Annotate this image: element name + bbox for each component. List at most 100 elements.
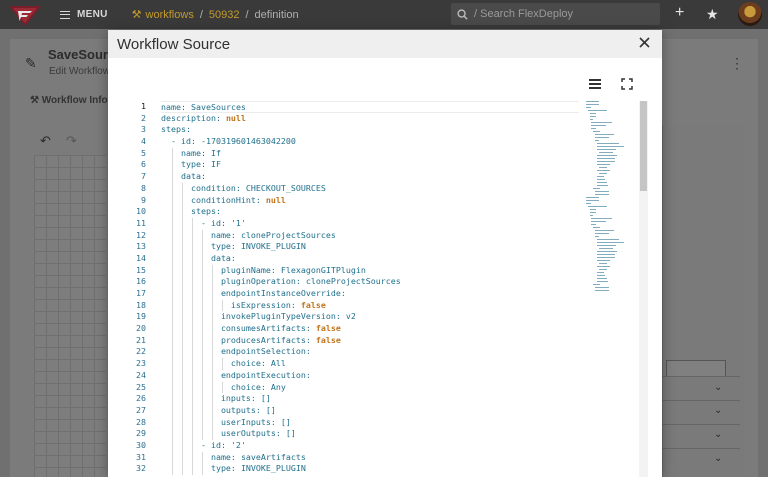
code-value: [] — [260, 393, 271, 404]
indent-guide — [202, 264, 203, 277]
minimap-line — [593, 227, 600, 228]
line-number: 15 — [136, 264, 146, 275]
chevron-down-icon[interactable]: ⌄ — [714, 405, 722, 416]
minimap-line — [586, 101, 599, 102]
indent-guide — [202, 229, 203, 242]
star-icon[interactable]: ★ — [706, 6, 719, 23]
indent-guide — [182, 217, 183, 230]
indent-guide — [202, 369, 203, 382]
code-line[interactable]: - id: -170319601463042200 — [161, 136, 579, 148]
code-line[interactable]: name: cloneProjectSources — [161, 229, 579, 242]
code-line[interactable]: steps: — [161, 124, 579, 136]
code-value: '1' — [230, 217, 246, 228]
minimap-line — [596, 266, 611, 267]
plus-icon[interactable]: + — [675, 4, 684, 22]
indent-guide — [182, 229, 183, 242]
code-line[interactable]: pluginOperation: cloneProjectSources — [161, 276, 579, 288]
code-line[interactable]: inputs: [] — [161, 393, 579, 405]
line-number: 28 — [136, 416, 146, 427]
code-content[interactable]: name: SaveSources description: null steps:… — [161, 101, 579, 475]
code-line[interactable]: description: null — [161, 113, 579, 125]
minimap-line — [595, 290, 610, 291]
chevron-down-icon[interactable]: ⌄ — [714, 382, 722, 393]
breadcrumb-workflows[interactable]: workflows — [146, 9, 194, 21]
code-line[interactable]: isExpression: false — [161, 299, 579, 312]
code-value: false — [315, 323, 341, 334]
code-line[interactable]: endpointSelection: — [161, 346, 579, 359]
fullscreen-icon[interactable] — [621, 78, 633, 90]
properties-input[interactable] — [666, 360, 726, 377]
code-line[interactable]: name: If — [161, 147, 579, 160]
indent-guide — [202, 416, 203, 429]
close-button[interactable] — [636, 34, 652, 50]
chevron-down-icon[interactable]: ⌄ — [714, 453, 722, 464]
code-line[interactable]: condition: CHECKOUT_SOURCES — [161, 182, 579, 195]
more-options-icon[interactable]: ⋮ — [730, 55, 744, 72]
line-number: 18 — [136, 299, 146, 310]
code-line[interactable]: conditionHint: null — [161, 194, 579, 207]
indent-guide — [202, 288, 203, 300]
scrollbar-thumb[interactable] — [640, 101, 647, 191]
code-line[interactable]: type: IF — [161, 159, 579, 172]
breadcrumb-workflow-id[interactable]: 50932 — [209, 9, 240, 21]
chevron-down-icon[interactable]: ⌄ — [714, 429, 722, 440]
indent-guide — [182, 206, 183, 218]
code-line[interactable]: outputs: [] — [161, 404, 579, 417]
code-line[interactable]: choice: Any — [161, 381, 579, 394]
indent-guide — [192, 463, 193, 475]
line-number: 5 — [141, 147, 146, 158]
code-editor[interactable]: 1 2 3 4 5 6 7 8 9 10 11 12 13 14 15 16 17 18 19 20 21 22 23 24 2… — [126, 101, 648, 477]
code-line[interactable]: endpointInstanceOverride: — [161, 288, 579, 300]
search-icon — [457, 8, 468, 20]
minimap-line — [595, 191, 610, 192]
code-key: invokePluginTypeVersion: — [161, 311, 346, 322]
code-line[interactable]: pluginName: FlexagonGITPlugin — [161, 264, 579, 277]
code-line[interactable]: type: INVOKE_PLUGIN — [161, 463, 579, 475]
code-value: false — [315, 334, 341, 345]
code-line[interactable]: userOutputs: [] — [161, 428, 579, 440]
code-line[interactable]: choice: All — [161, 358, 579, 370]
code-line[interactable]: invokePluginTypeVersion: v2 — [161, 311, 579, 324]
code-line[interactable]: - id: '1' — [161, 217, 579, 230]
list-icon[interactable] — [589, 79, 601, 89]
minimap-line — [598, 167, 607, 168]
code-line[interactable]: producesArtifacts: false — [161, 334, 579, 347]
minimap-line — [591, 125, 606, 126]
tab-workflow-info[interactable]: ⚒ Workflow Info — [30, 95, 108, 106]
code-line[interactable]: data: — [161, 252, 579, 265]
code-key: endpointExecution: — [161, 369, 311, 380]
indent-guide — [172, 206, 173, 218]
code-line[interactable]: userInputs: [] — [161, 416, 579, 429]
line-number: 13 — [136, 241, 146, 252]
code-line[interactable]: type: INVOKE_PLUGIN — [161, 241, 579, 253]
code-line[interactable]: name: saveArtifacts — [161, 451, 579, 464]
undo-icon[interactable]: ↶ — [40, 133, 51, 149]
line-number: 21 — [136, 334, 146, 345]
indent-guide — [192, 346, 193, 359]
code-line[interactable]: - id: '2' — [161, 439, 579, 452]
code-line[interactable]: steps: — [161, 206, 579, 218]
indent-guide — [182, 428, 183, 440]
flexdeploy-logo[interactable] — [0, 0, 50, 29]
indent-guide — [202, 404, 203, 417]
code-line[interactable]: data: — [161, 171, 579, 183]
redo-icon[interactable]: ↷ — [66, 133, 77, 149]
code-line[interactable]: consumesArtifacts: false — [161, 323, 579, 335]
indent-guide — [182, 369, 183, 382]
search-input[interactable]: / Search FlexDeploy — [451, 3, 660, 25]
indent-guide — [192, 288, 193, 300]
code-line[interactable]: name: SaveSources — [161, 101, 579, 113]
minimap-line — [596, 179, 606, 180]
workflow-canvas[interactable] — [34, 155, 106, 477]
code-line[interactable]: endpointExecution: — [161, 369, 579, 382]
indent-guide — [212, 288, 213, 300]
avatar[interactable] — [738, 2, 762, 26]
indent-guide — [172, 311, 173, 324]
menu-button[interactable]: MENU — [60, 9, 108, 20]
indent-guide — [182, 194, 183, 207]
indent-guide — [192, 241, 193, 253]
menu-label: MENU — [77, 9, 108, 20]
code-key: data: — [161, 171, 206, 182]
code-minimap[interactable] — [586, 101, 638, 301]
editor-scrollbar[interactable] — [639, 101, 648, 477]
